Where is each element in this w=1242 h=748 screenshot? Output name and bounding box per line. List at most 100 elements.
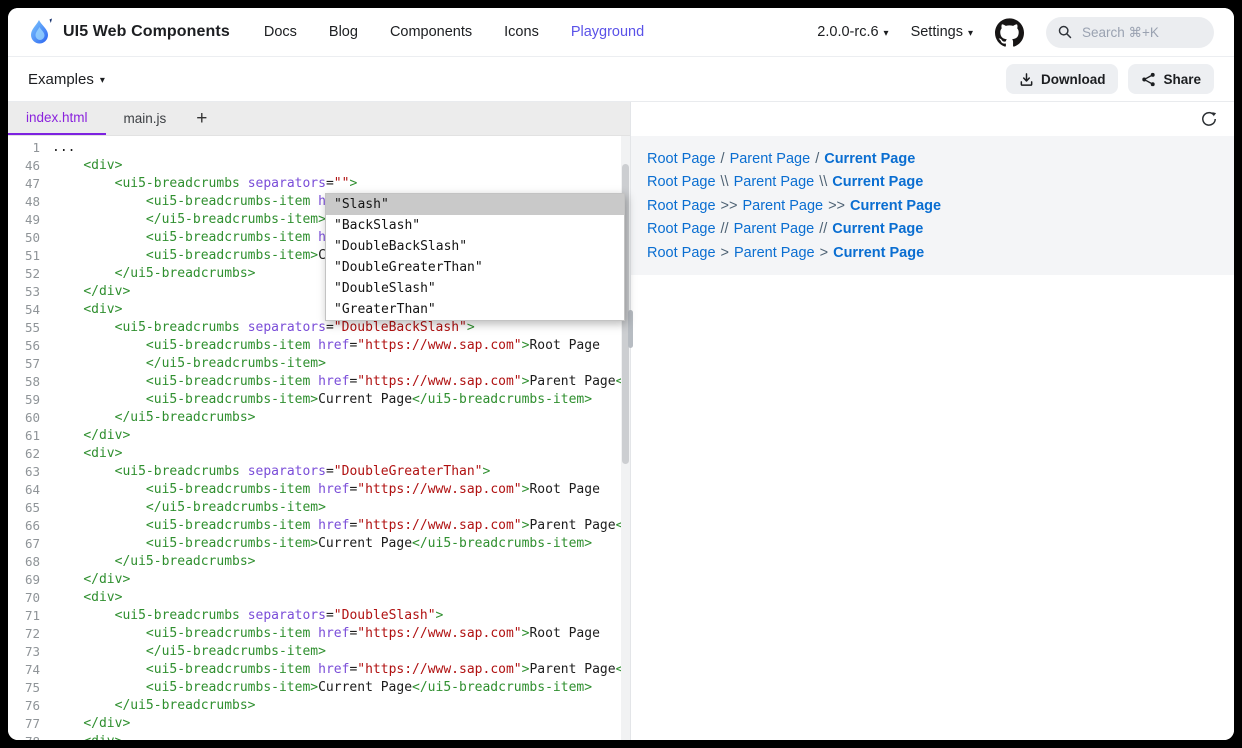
line-number: 56	[8, 337, 52, 355]
code-token: href	[318, 374, 349, 389]
line-number: 63	[8, 463, 52, 481]
code-token	[52, 554, 115, 569]
code-line[interactable]: 46 <div>	[8, 157, 630, 175]
search-box[interactable]	[1046, 17, 1214, 48]
code-line[interactable]: 67 <ui5-breadcrumbs-item>Current Page</u…	[8, 535, 630, 553]
code-line[interactable]: 63 <ui5-breadcrumbs separators="DoubleGr…	[8, 463, 630, 481]
line-number: 68	[8, 553, 52, 571]
code-line[interactable]: 62 <div>	[8, 445, 630, 463]
breadcrumb-link[interactable]: Root Page	[647, 245, 716, 261]
code-token	[52, 644, 146, 659]
line-number: 69	[8, 571, 52, 589]
nav-link-components[interactable]: Components	[390, 24, 472, 40]
tab-main.js[interactable]: main.js	[106, 102, 185, 135]
code-token: =	[326, 320, 334, 335]
code-line[interactable]: 76 </ui5-breadcrumbs>	[8, 697, 630, 715]
breadcrumb-link[interactable]: Root Page	[647, 174, 716, 190]
breadcrumb-row: Root Page//Parent Page//Current Page	[647, 218, 1218, 242]
code-line[interactable]: 77 </div>	[8, 715, 630, 733]
code-text: </ui5-breadcrumbs-item>	[52, 355, 630, 373]
line-number: 77	[8, 715, 52, 733]
code-token: </ui5-breadcrumbs-item>	[412, 536, 592, 551]
code-line[interactable]: 75 <ui5-breadcrumbs-item>Current Page</u…	[8, 679, 630, 697]
code-line[interactable]: 78 <div>	[8, 733, 630, 740]
app-window: UI5 Web Components Docs Blog Components Ico…	[8, 8, 1234, 740]
code-text: <ui5-breadcrumbs-item>Current Page</ui5-…	[52, 679, 630, 697]
code-token: <ui5-breadcrumbs	[115, 176, 240, 191]
new-tab-button[interactable]: +	[184, 102, 219, 135]
code-line[interactable]: 55 <ui5-breadcrumbs separators="DoubleBa…	[8, 319, 630, 337]
code-line[interactable]: 56 <ui5-breadcrumbs-item href="https://w…	[8, 337, 630, 355]
breadcrumb-link[interactable]: Parent Page	[734, 221, 815, 237]
code-token	[52, 212, 146, 227]
breadcrumb-link[interactable]: Root Page	[647, 151, 716, 167]
breadcrumb-link[interactable]: Root Page	[647, 221, 716, 237]
code-line[interactable]: 57 </ui5-breadcrumbs-item>	[8, 355, 630, 373]
code-line[interactable]: 72 <ui5-breadcrumbs-item href="https://w…	[8, 625, 630, 643]
autocomplete-item[interactable]: "DoubleBackSlash"	[326, 236, 624, 257]
top-nav: UI5 Web Components Docs Blog Components Ico…	[8, 8, 1234, 57]
nav-link-docs[interactable]: Docs	[264, 24, 297, 40]
autocomplete-item[interactable]: "DoubleGreaterThan"	[326, 257, 624, 278]
code-line[interactable]: 70 <div>	[8, 589, 630, 607]
github-link[interactable]	[995, 18, 1024, 47]
autocomplete-item[interactable]: "Slash"	[326, 194, 624, 215]
code-line[interactable]: 61 </div>	[8, 427, 630, 445]
code-token	[52, 680, 146, 695]
search-icon	[1058, 25, 1072, 39]
code-token	[240, 464, 248, 479]
code-line[interactable]: 73 </ui5-breadcrumbs-item>	[8, 643, 630, 661]
breadcrumb-link[interactable]: Parent Page	[730, 151, 811, 167]
line-number: 53	[8, 283, 52, 301]
breadcrumb-link[interactable]: Root Page	[647, 198, 716, 214]
code-token: <ui5-breadcrumbs	[115, 320, 240, 335]
code-line[interactable]: 59 <ui5-breadcrumbs-item>Current Page</u…	[8, 391, 630, 409]
autocomplete-item[interactable]: "GreaterThan"	[326, 299, 624, 320]
search-input[interactable]	[1080, 24, 1194, 41]
brand[interactable]: UI5 Web Components	[28, 17, 230, 47]
share-button[interactable]: Share	[1128, 64, 1214, 94]
breadcrumb-link[interactable]: Parent Page	[734, 174, 815, 190]
line-number: 70	[8, 589, 52, 607]
autocomplete-item[interactable]: "DoubleSlash"	[326, 278, 624, 299]
code-line[interactable]: 74 <ui5-breadcrumbs-item href="https://w…	[8, 661, 630, 679]
code-line[interactable]: 64 <ui5-breadcrumbs-item href="https://w…	[8, 481, 630, 499]
code-token: "DoubleSlash"	[334, 608, 436, 623]
code-line[interactable]: 65 </ui5-breadcrumbs-item>	[8, 499, 630, 517]
download-button[interactable]: Download	[1006, 64, 1119, 94]
breadcrumb-link[interactable]: Parent Page	[742, 198, 823, 214]
refresh-button[interactable]	[1199, 109, 1219, 129]
code-text: <ui5-breadcrumbs-item href="https://www.…	[52, 625, 630, 643]
nav-link-blog[interactable]: Blog	[329, 24, 358, 40]
code-line[interactable]: 71 <ui5-breadcrumbs separators="DoubleSl…	[8, 607, 630, 625]
autocomplete-item[interactable]: "BackSlash"	[326, 215, 624, 236]
code-token: <div>	[83, 446, 122, 461]
code-line[interactable]: 69 </div>	[8, 571, 630, 589]
nav-link-icons[interactable]: Icons	[504, 24, 539, 40]
version-dropdown[interactable]: 2.0.0-rc.6 ▾	[817, 24, 888, 40]
examples-label: Examples	[28, 71, 94, 88]
code-line[interactable]: 68 </ui5-breadcrumbs>	[8, 553, 630, 571]
code-token	[52, 662, 146, 677]
code-token	[52, 338, 146, 353]
breadcrumb-current: Current Page	[832, 221, 923, 237]
settings-dropdown[interactable]: Settings ▾	[911, 24, 973, 40]
line-number: 67	[8, 535, 52, 553]
breadcrumb-link[interactable]: Parent Page	[734, 245, 815, 261]
splitter-handle[interactable]	[628, 310, 633, 348]
code-text: ...	[52, 139, 630, 157]
code-token: </ui5-breadcrumbs-item>	[146, 212, 326, 227]
code-line[interactable]: 1...	[8, 139, 630, 157]
nav-link-playground[interactable]: Playground	[571, 24, 644, 40]
code-text: <div>	[52, 157, 630, 175]
code-line[interactable]: 58 <ui5-breadcrumbs-item href="https://w…	[8, 373, 630, 391]
tab-index.html[interactable]: index.html	[8, 102, 106, 135]
main-nav: Docs Blog Components Icons Playground	[264, 24, 644, 40]
code-token	[52, 698, 115, 713]
code-text: <ui5-breadcrumbs separators="DoubleGreat…	[52, 463, 630, 481]
code-line[interactable]: 60 </ui5-breadcrumbs>	[8, 409, 630, 427]
code-text: <ui5-breadcrumbs-item href="https://www.…	[52, 517, 630, 535]
code-line[interactable]: 66 <ui5-breadcrumbs-item href="https://w…	[8, 517, 630, 535]
code-line[interactable]: 47 <ui5-breadcrumbs separators="">	[8, 175, 630, 193]
examples-dropdown[interactable]: Examples ▾	[28, 71, 105, 88]
